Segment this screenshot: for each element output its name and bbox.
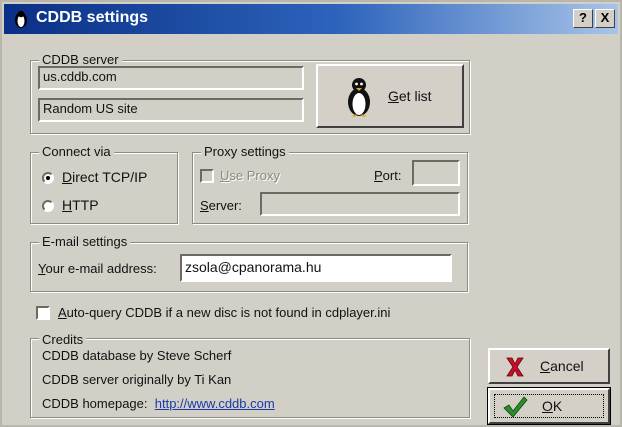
auto-query-checkbox[interactable] [36,306,50,320]
credits-line-server: CDDB server originally by Ti Kan [42,372,232,387]
port-label: Port: [374,168,402,183]
red-x-icon [506,357,524,377]
auto-query-label[interactable]: Auto-query CDDB if a new disc is not fou… [58,305,390,321]
credits-label: Credits [39,332,87,348]
connect-via-group: Connect via [30,144,178,224]
proxy-server-input[interactable] [260,192,460,216]
help-button[interactable]: ? [573,9,593,28]
window-title: CDDB settings [36,9,149,26]
port-input[interactable] [412,160,460,186]
credits-line-homepage: CDDB homepage: http://www.cddb.com [42,396,275,411]
ok-label: OK [542,398,563,414]
cddb-settings-dialog: CDDB settings ? X CDDB server us.cddb.co… [0,0,622,427]
cancel-button[interactable]: Cancel [488,348,610,384]
get-list-button[interactable]: Get list [316,64,464,128]
email-address-input[interactable]: zsola@cpanorama.hu [180,254,452,282]
http-label[interactable]: HTTP [62,197,99,213]
ok-button[interactable]: OK [487,387,611,425]
proxy-settings-label: Proxy settings [201,144,289,160]
email-address-label: Your e-mail address: [38,261,157,276]
connect-via-label: Connect via [39,144,114,160]
credits-line-database: CDDB database by Steve Scherf [42,348,232,363]
server-label: Server: [200,198,242,213]
homepage-link[interactable]: http://www.cddb.com [155,396,275,411]
direct-tcpip-radio[interactable] [42,172,54,184]
use-proxy-label: Use Proxy [220,168,280,183]
server-host-field[interactable]: us.cddb.com [38,66,304,90]
close-button[interactable]: X [595,9,615,28]
penguin-icon [348,78,370,117]
penguin-icon [15,10,27,28]
direct-tcpip-label[interactable]: Direct TCP/IP [62,169,147,185]
email-settings-label: E-mail settings [39,234,131,250]
cancel-label: Cancel [540,358,584,374]
title-bar[interactable]: CDDB settings ? X [4,4,618,34]
use-proxy-checkbox[interactable] [200,169,214,183]
green-checkmark-icon [503,396,528,418]
server-site-field[interactable]: Random US site [38,98,304,122]
get-list-label: Get list [388,88,432,104]
http-radio[interactable] [42,200,54,212]
